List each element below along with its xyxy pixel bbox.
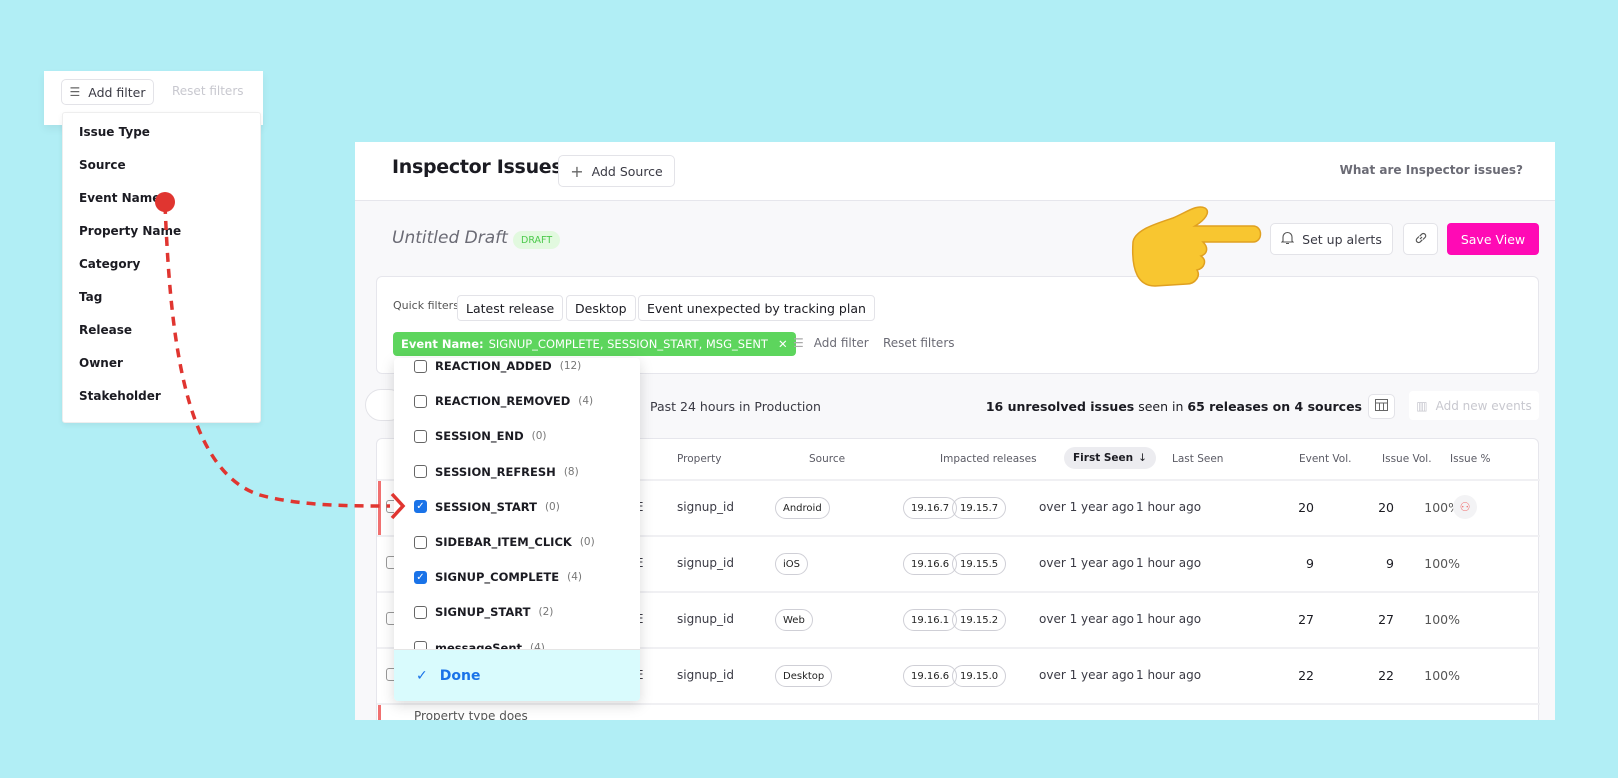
annotation-arrow [155,192,406,520]
dashed-path [163,204,391,508]
start-dot [155,192,175,212]
arrowhead [390,492,406,520]
pointing-hand-icon [1131,206,1262,287]
